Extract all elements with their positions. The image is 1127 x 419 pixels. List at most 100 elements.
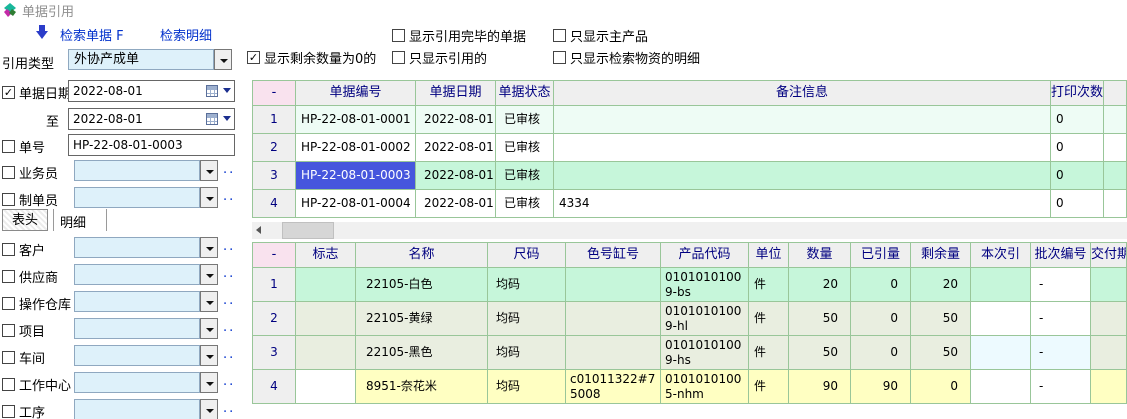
checkbox-show-fully-referenced[interactable]: 显示引用完毕的单据: [392, 26, 526, 45]
checkbox-only-searched-material-detail[interactable]: 只显示检索物资的明细: [553, 48, 700, 67]
checkbox-show-only-referenced[interactable]: 只显示引用的: [392, 48, 487, 67]
search-documents-button[interactable]: 检索单据 F: [60, 25, 124, 44]
ref-type-select[interactable]: 外协产成单: [68, 49, 214, 70]
checkbox-salesman[interactable]: 业务员: [2, 163, 58, 182]
column-header-flag[interactable]: 标志: [296, 243, 356, 268]
column-header-index[interactable]: -: [253, 243, 296, 268]
project-browse-link[interactable]: ..: [223, 320, 235, 335]
doc-no-cell[interactable]: HP-22-08-01-0002: [296, 134, 416, 162]
checkbox-doc-no[interactable]: 单号: [2, 137, 45, 156]
checkbox-project[interactable]: 项目: [2, 321, 45, 340]
table-row[interactable]: 2 HP-22-08-01-0002 2022-08-01 已审核 0: [253, 134, 1127, 162]
checkbox-show-zero-remaining[interactable]: 显示剩余数量为0的: [247, 48, 376, 67]
material-name-cell[interactable]: 22105-白色: [356, 268, 488, 302]
material-name-cell[interactable]: 22105-黄绿: [356, 302, 488, 336]
detail-row[interactable]: 1 22105-白色 均码 01010101009-bs 件 20 0 20 -: [253, 268, 1127, 302]
detail-row[interactable]: 3 22105-黑色 均码 01010101009-hs 件 50 0 50 -: [253, 336, 1127, 370]
customer-browse-link[interactable]: ..: [223, 239, 235, 254]
process-select[interactable]: [74, 399, 200, 419]
this-ref-qty-cell[interactable]: [971, 268, 1031, 302]
column-header-referenced-qty[interactable]: 已引量: [851, 243, 911, 268]
this-ref-qty-cell[interactable]: [971, 336, 1031, 370]
this-ref-qty-cell[interactable]: [971, 302, 1031, 336]
checkbox-warehouse[interactable]: 操作仓库: [2, 294, 71, 313]
work-center-select[interactable]: [74, 372, 200, 393]
work-center-browse-link[interactable]: ..: [223, 374, 235, 389]
workshop-dropdown-button[interactable]: [200, 345, 218, 366]
column-header-doc-no[interactable]: 单据编号: [296, 81, 416, 106]
column-header-delivery[interactable]: 交付期: [1091, 243, 1127, 268]
warehouse-browse-link[interactable]: ..: [223, 293, 235, 308]
column-header-doc-date[interactable]: 单据日期: [416, 81, 496, 106]
column-header-status[interactable]: 单据状态: [496, 81, 554, 106]
batch-no-cell[interactable]: -: [1031, 268, 1091, 302]
column-header-unit[interactable]: 单位: [749, 243, 789, 268]
detail-row[interactable]: 2 22105-黄绿 均码 01010101009-hl 件 50 0 50 -: [253, 302, 1127, 336]
supplier-select[interactable]: [74, 264, 200, 285]
column-header-print-count[interactable]: 打印次数: [1051, 81, 1104, 106]
work-center-dropdown-button[interactable]: [200, 372, 218, 393]
process-dropdown-button[interactable]: [200, 399, 218, 419]
column-header-remaining-qty[interactable]: 剩余量: [911, 243, 971, 268]
table-row[interactable]: 4 HP-22-08-01-0004 2022-08-01 已审核 4334 0: [253, 190, 1127, 218]
column-header-product-code[interactable]: 产品代码: [661, 243, 749, 268]
process-browse-link[interactable]: ..: [223, 401, 235, 416]
table-row-selected[interactable]: 3 HP-22-08-01-0003 2022-08-01 已审核 0: [253, 162, 1127, 190]
workshop-select[interactable]: [74, 345, 200, 366]
material-name-cell[interactable]: 22105-黑色: [356, 336, 488, 370]
column-header-qty[interactable]: 数量: [789, 243, 851, 268]
checkbox-work-center[interactable]: 工作中心: [2, 375, 71, 394]
date-dropdown-icon[interactable]: [223, 116, 231, 121]
search-details-button[interactable]: 检索明细: [160, 25, 212, 44]
ref-type-dropdown-button[interactable]: [214, 49, 232, 70]
detail-row[interactable]: 4 8951-奈花米 均码 c01011322#75008 0101010100…: [253, 370, 1127, 404]
project-dropdown-button[interactable]: [200, 318, 218, 339]
column-header-this-ref-qty[interactable]: 本次引: [971, 243, 1031, 268]
salesman-dropdown-button[interactable]: [200, 160, 218, 181]
checkbox-creator[interactable]: 制单员: [2, 190, 58, 209]
selected-doc-no-cell[interactable]: HP-22-08-01-0003: [296, 162, 416, 190]
batch-no-cell[interactable]: -: [1031, 302, 1091, 336]
batch-no-cell[interactable]: -: [1031, 370, 1091, 404]
doc-no-input[interactable]: HP-22-08-01-0003: [68, 134, 235, 156]
creator-select[interactable]: [74, 187, 200, 208]
date-dropdown-icon[interactable]: [223, 88, 231, 93]
checkbox-process[interactable]: 工序: [2, 402, 45, 419]
column-header-index[interactable]: -: [253, 81, 296, 106]
column-header-color-vat[interactable]: 色号缸号: [566, 243, 661, 268]
project-select[interactable]: [74, 318, 200, 339]
column-header-size[interactable]: 尺码: [488, 243, 566, 268]
workshop-browse-link[interactable]: ..: [223, 347, 235, 362]
supplier-dropdown-button[interactable]: [200, 264, 218, 285]
checkbox-customer[interactable]: 客户: [2, 240, 45, 259]
creator-browse-link[interactable]: ..: [223, 189, 235, 204]
salesman-browse-link[interactable]: ..: [223, 162, 235, 177]
table-row[interactable]: 1 HP-22-08-01-0001 2022-08-01 已审核 0: [253, 106, 1127, 134]
horizontal-scrollbar[interactable]: [252, 222, 1127, 239]
scroll-left-button[interactable]: [252, 222, 269, 239]
creator-dropdown-button[interactable]: [200, 187, 218, 208]
supplier-browse-link[interactable]: ..: [223, 266, 235, 281]
scrollbar-thumb[interactable]: [282, 222, 334, 239]
calendar-icon[interactable]: [206, 85, 218, 97]
column-header-remark[interactable]: 备注信息: [554, 81, 1051, 106]
customer-dropdown-button[interactable]: [200, 237, 218, 258]
this-ref-qty-cell[interactable]: [971, 370, 1031, 404]
column-header-batch-no[interactable]: 批次编号: [1031, 243, 1091, 268]
checkbox-workshop[interactable]: 车间: [2, 348, 45, 367]
tab-header[interactable]: 表头: [2, 209, 48, 231]
customer-select[interactable]: [74, 237, 200, 258]
doc-no-cell[interactable]: HP-22-08-01-0001: [296, 106, 416, 134]
salesman-select[interactable]: [74, 160, 200, 181]
checkbox-doc-date[interactable]: 单据日期: [2, 83, 71, 102]
execute-reference-button[interactable]: [36, 25, 49, 39]
checkbox-only-main-product[interactable]: 只显示主产品: [553, 26, 648, 45]
material-name-cell[interactable]: 8951-奈花米: [356, 370, 488, 404]
calendar-icon[interactable]: [206, 113, 218, 125]
batch-no-cell[interactable]: -: [1031, 336, 1091, 370]
doc-no-cell[interactable]: HP-22-08-01-0004: [296, 190, 416, 218]
tab-detail[interactable]: 明细: [60, 212, 86, 231]
checkbox-supplier[interactable]: 供应商: [2, 267, 58, 286]
column-header-name[interactable]: 名称: [356, 243, 488, 268]
warehouse-dropdown-button[interactable]: [200, 291, 218, 312]
